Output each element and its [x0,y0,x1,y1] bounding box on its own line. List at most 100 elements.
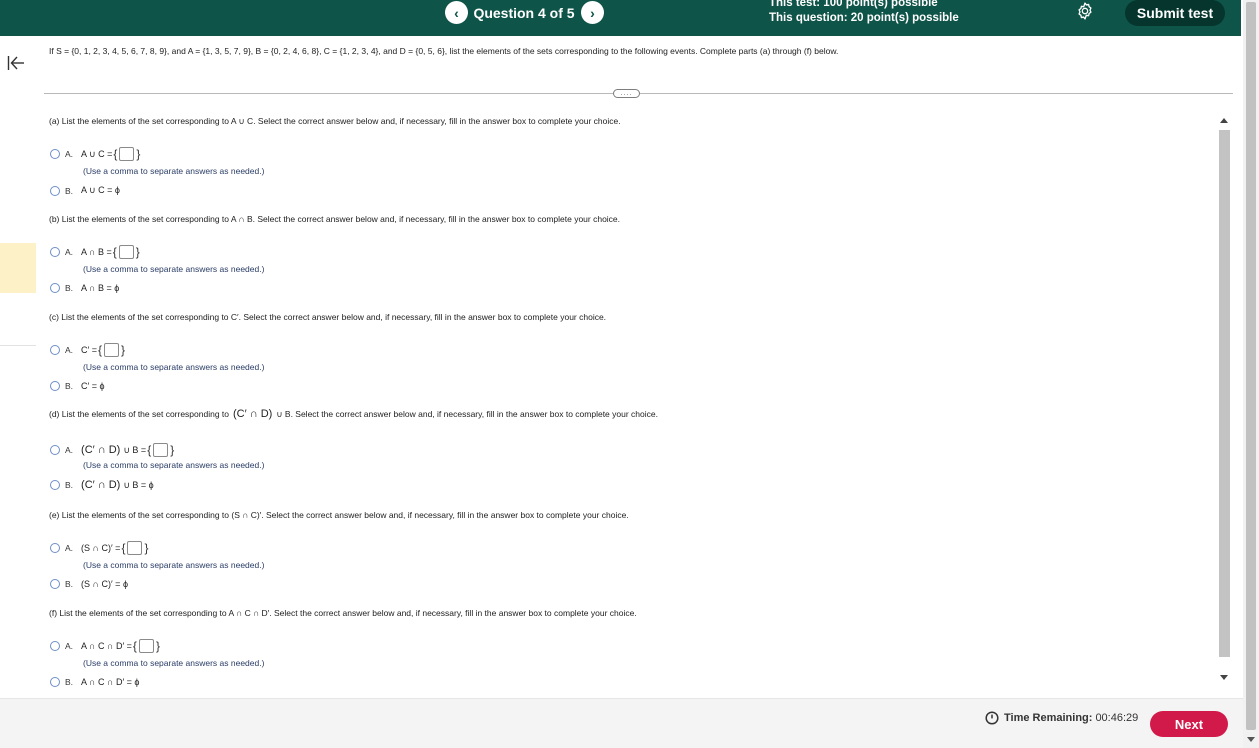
scroll-down-icon[interactable] [1220,675,1228,680]
open-brace: { [97,343,102,357]
option-expression: (C′ ∩ D) ∪ B = { } [81,443,175,457]
part-b-option-a-radio[interactable] [50,247,60,257]
question-parts: (a) List the elements of the set corresp… [44,112,1234,697]
part-d-option-b: B. (C′ ∩ D) ∪ B = ϕ [50,479,154,491]
part-a-option-a-radio[interactable] [50,149,60,159]
part-e-option-b: B. (S ∩ C)′ = ϕ [50,579,128,589]
option-letter: B. [65,579,74,589]
open-brace: { [121,541,126,555]
option-expression: A ∩ B = { } [81,245,141,259]
expression-text: A ∩ B = [81,247,112,257]
part-f-option-b-radio[interactable] [50,677,60,687]
part-b-option-b-radio[interactable] [50,283,60,293]
part-c-option-a: A. C′ = { } [50,343,126,357]
rail-highlight [0,243,36,293]
part-b-option-a: A. A ∩ B = { } [50,245,141,259]
close-brace: } [144,541,149,555]
parts-scrollbar[interactable] [1216,112,1233,687]
part-d-option-b-radio[interactable] [50,480,60,490]
scroll-up-icon[interactable] [1220,118,1228,123]
part-c-answer-box[interactable] [104,343,119,357]
close-brace: } [135,245,140,259]
part-d-answer-box[interactable] [153,443,169,457]
expression-text: ∪ B = [123,444,147,455]
clock-icon [985,711,999,725]
option-letter: B. [65,480,74,490]
time-label: Time Remaining: [1004,712,1093,724]
test-points: This test: 100 point(s) possible [769,0,938,9]
page-scroll-down-icon[interactable] [1247,737,1255,742]
question-intro: If S = {0, 1, 2, 3, 4, 5, 6, 7, 8, 9}, a… [49,46,839,56]
question-points: This question: 20 point(s) possible [769,12,959,24]
part-a-prompt: (a) List the elements of the set corresp… [49,116,621,126]
collapse-left-icon[interactable] [6,53,26,73]
part-f-option-a-radio[interactable] [50,641,60,651]
next-button[interactable]: Next [1150,711,1228,737]
submit-test-button[interactable]: Submit test [1125,0,1225,26]
part-e-option-a-radio[interactable] [50,543,60,553]
part-a-option-b: B. A ∪ C = ϕ [50,185,120,196]
part-a-option-b-radio[interactable] [50,185,60,196]
question-indicator: Question 4 of 5 [473,4,575,21]
open-brace: { [113,147,118,161]
close-brace: } [136,147,141,161]
part-b-option-b: B. A ∩ B = ϕ [50,283,119,293]
gear-icon[interactable] [1075,1,1095,21]
resize-handle[interactable]: .... [613,89,640,98]
part-e-answer-box[interactable] [127,541,143,555]
next-question-button[interactable]: › [581,1,604,24]
option-letter: B. [65,185,74,196]
part-b-prompt: (b) List the elements of the set corresp… [49,214,621,224]
option-expression: A ∩ C ∩ D′ = { } [81,639,161,653]
points-info: This test: 100 point(s) possible This qu… [769,0,959,26]
option-letter: B. [65,283,74,293]
prompt-text: ∪ B. Select the correct answer below and… [276,408,658,419]
part-d-option-a: A. (C′ ∩ D) ∪ B = { } [50,443,175,457]
part-a-answer-box[interactable] [119,147,135,161]
part-a-option-a: A. A ∪ C = { } [50,147,141,161]
chevron-left-icon: ‹ [454,4,459,21]
part-c-option-b-radio[interactable] [50,381,60,391]
scrollbar-thumb[interactable] [1219,130,1230,657]
page-scrollbar-thumb[interactable] [1246,2,1256,730]
part-c-option-b: B. C′ = ϕ [50,381,105,391]
expression-text: ∪ B = ϕ [123,479,154,490]
part-d-option-a-radio[interactable] [50,445,60,455]
part-e-hint: (Use a comma to separate answers as need… [83,560,265,570]
rail-divider [0,345,36,346]
prompt-text: (d) List the elements of the set corresp… [49,409,230,419]
close-brace: } [170,443,175,457]
open-brace: { [132,639,137,653]
part-f-option-b: B. A ∩ C ∩ D′ = ϕ [50,677,139,687]
option-expression: (S ∩ C)′ = ϕ [81,579,128,589]
option-expression: C′ = { } [81,343,126,357]
option-expression: A ∩ C ∩ D′ = ϕ [81,677,140,687]
part-f-answer-box[interactable] [138,639,154,653]
option-letter: A. [65,445,74,455]
part-b-answer-box[interactable] [118,245,134,259]
option-letter: B. [65,677,74,687]
expression-big: (C′ ∩ D) [81,444,121,456]
option-expression: A ∪ C = ϕ [81,185,120,195]
expression-text: A ∪ C = [81,148,113,159]
part-d-hint: (Use a comma to separate answers as need… [83,460,265,470]
expression-text: A ∩ C ∩ D′ = [81,641,132,651]
part-c-prompt: (c) List the elements of the set corresp… [49,312,607,322]
part-a-hint: (Use a comma to separate answers as need… [83,166,265,176]
expression-text: (S ∩ C)′ = [81,543,121,553]
option-letter: A. [65,543,74,553]
part-b-hint: (Use a comma to separate answers as need… [83,264,265,274]
part-f-hint: (Use a comma to separate answers as need… [83,658,265,668]
part-e-option-b-radio[interactable] [50,579,60,589]
option-letter: A. [65,247,74,257]
option-letter: B. [65,381,74,391]
part-e-prompt: (e) List the elements of the set corresp… [49,510,629,520]
previous-question-button[interactable]: ‹ [445,1,468,24]
prompt-expression: (C′ ∩ D) [233,408,273,420]
part-c-option-a-radio[interactable] [50,345,60,355]
open-brace: { [147,443,152,457]
expression-text: C′ = [81,345,97,355]
time-value: 00:46:29 [1095,712,1139,724]
option-expression: (C′ ∩ D) ∪ B = ϕ [81,479,154,491]
page-scrollbar[interactable] [1243,0,1259,748]
